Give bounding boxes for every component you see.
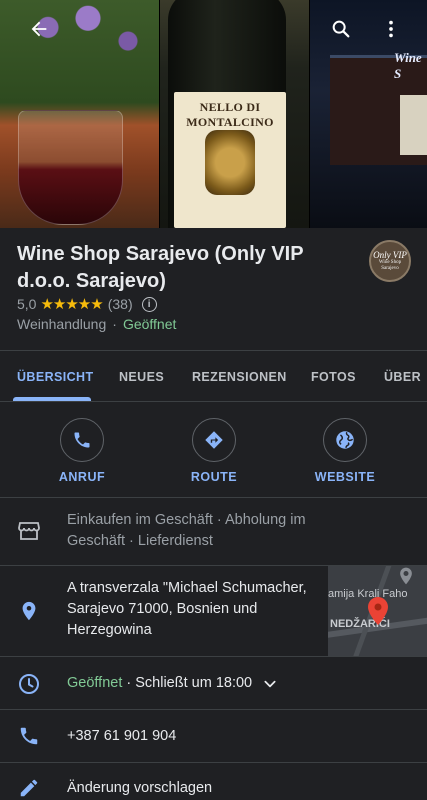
address[interactable]: A transverzala "Michael Schumacher, Sara… bbox=[67, 578, 307, 641]
map-thumbnail[interactable]: amija Kralj Faho NEDŽARIĆI bbox=[328, 566, 427, 656]
hours-open-status: Geöffnet bbox=[67, 675, 123, 691]
opening-hours[interactable]: Geöffnet · Schließt um 18:00 bbox=[67, 673, 252, 694]
call-label: ANRUF bbox=[58, 470, 106, 484]
phone-icon bbox=[16, 723, 42, 749]
category-label: Weinhandlung bbox=[17, 316, 107, 332]
address-line-2: Sarajevo 71000, Bosnien und bbox=[67, 601, 258, 617]
route-label: ROUTE bbox=[190, 470, 238, 484]
category-row: Weinhandlung · Geöffnet bbox=[17, 316, 176, 332]
rating-value: 5,0 bbox=[17, 296, 37, 312]
route-circle[interactable] bbox=[192, 418, 236, 462]
address-line-1: A transverzala "Michael Schumacher, bbox=[67, 580, 307, 596]
tab-about[interactable]: ÜBER bbox=[384, 370, 421, 384]
storefront-sign: Wine S bbox=[394, 50, 422, 81]
website-circle[interactable] bbox=[323, 418, 367, 462]
photo-wine-bottle[interactable]: NELLO DI MONTALCINO bbox=[160, 0, 310, 228]
map-pin-gray-icon bbox=[400, 567, 412, 585]
photo-carousel[interactable]: NELLO DI MONTALCINO Wine S bbox=[0, 0, 427, 228]
back-arrow-icon bbox=[31, 21, 47, 37]
tab-reviews[interactable]: REZENSIONEN bbox=[192, 370, 287, 384]
website-label: WEBSITE bbox=[314, 470, 376, 484]
map-pin-icon bbox=[368, 597, 388, 625]
place-logo: Only VIP Wine Shop Sarajevo bbox=[369, 240, 411, 282]
logo-subtext: Wine Shop Sarajevo bbox=[378, 260, 402, 271]
pencil-icon bbox=[16, 775, 42, 800]
info-icon[interactable]: i bbox=[141, 296, 157, 312]
bottle-crest bbox=[205, 130, 255, 195]
suggest-edit[interactable]: Änderung vorschlagen bbox=[67, 778, 212, 799]
phone-icon bbox=[74, 432, 90, 448]
service-options-line-2: Geschäft · Lieferdienst bbox=[67, 533, 213, 549]
rating-row[interactable]: 5,0 ★★★★★ (38) i bbox=[17, 294, 157, 314]
rating-stars: ★★★★★ bbox=[40, 296, 103, 313]
tab-photos[interactable]: FOTOS bbox=[311, 370, 356, 384]
storefront-window bbox=[400, 95, 427, 155]
open-status: Geöffnet bbox=[122, 316, 177, 332]
divider bbox=[0, 762, 427, 763]
service-options: Einkaufen im Geschäft · Abholung im Gesc… bbox=[67, 510, 306, 552]
divider bbox=[0, 656, 427, 657]
search-icon bbox=[332, 20, 350, 38]
call-button[interactable]: ANRUF bbox=[37, 418, 127, 484]
bottle-label-text: NELLO DI MONTALCINO bbox=[186, 100, 274, 129]
route-button[interactable]: ROUTE bbox=[169, 418, 259, 484]
directions-icon bbox=[205, 431, 223, 449]
service-options-line-1: Einkaufen im Geschäft · Abholung im bbox=[67, 512, 306, 528]
divider bbox=[0, 497, 427, 498]
tab-news[interactable]: NEUES bbox=[119, 370, 164, 384]
logo-text: Only VIP bbox=[373, 250, 407, 260]
divider bbox=[0, 401, 427, 402]
search-button[interactable] bbox=[326, 14, 356, 44]
place-title: Wine Shop Sarajevo (Only VIP d.o.o. Sara… bbox=[17, 243, 304, 292]
more-options-button[interactable] bbox=[376, 14, 406, 44]
back-button[interactable] bbox=[24, 14, 54, 44]
storefront-icon bbox=[16, 518, 42, 544]
globe-icon bbox=[336, 431, 354, 449]
tab-bar: ÜBERSICHT NEUES REZENSIONEN FOTOS ÜBER bbox=[0, 351, 427, 401]
tab-overview[interactable]: ÜBERSICHT bbox=[17, 370, 94, 384]
separator: · bbox=[112, 316, 117, 332]
wine-glass-illustration bbox=[18, 110, 123, 225]
call-circle[interactable] bbox=[60, 418, 104, 462]
location-pin-icon bbox=[16, 598, 42, 624]
divider bbox=[0, 709, 427, 710]
phone-number[interactable]: +387 61 901 904 bbox=[67, 726, 176, 747]
review-count: (38) bbox=[107, 296, 133, 312]
more-vert-icon bbox=[389, 20, 393, 38]
website-button[interactable]: WEBSITE bbox=[300, 418, 390, 484]
chevron-down-icon[interactable] bbox=[262, 676, 278, 692]
clock-icon bbox=[16, 671, 42, 697]
hours-closing-time: · Schließt um 18:00 bbox=[122, 675, 253, 691]
address-line-3: Herzegowina bbox=[67, 622, 152, 638]
